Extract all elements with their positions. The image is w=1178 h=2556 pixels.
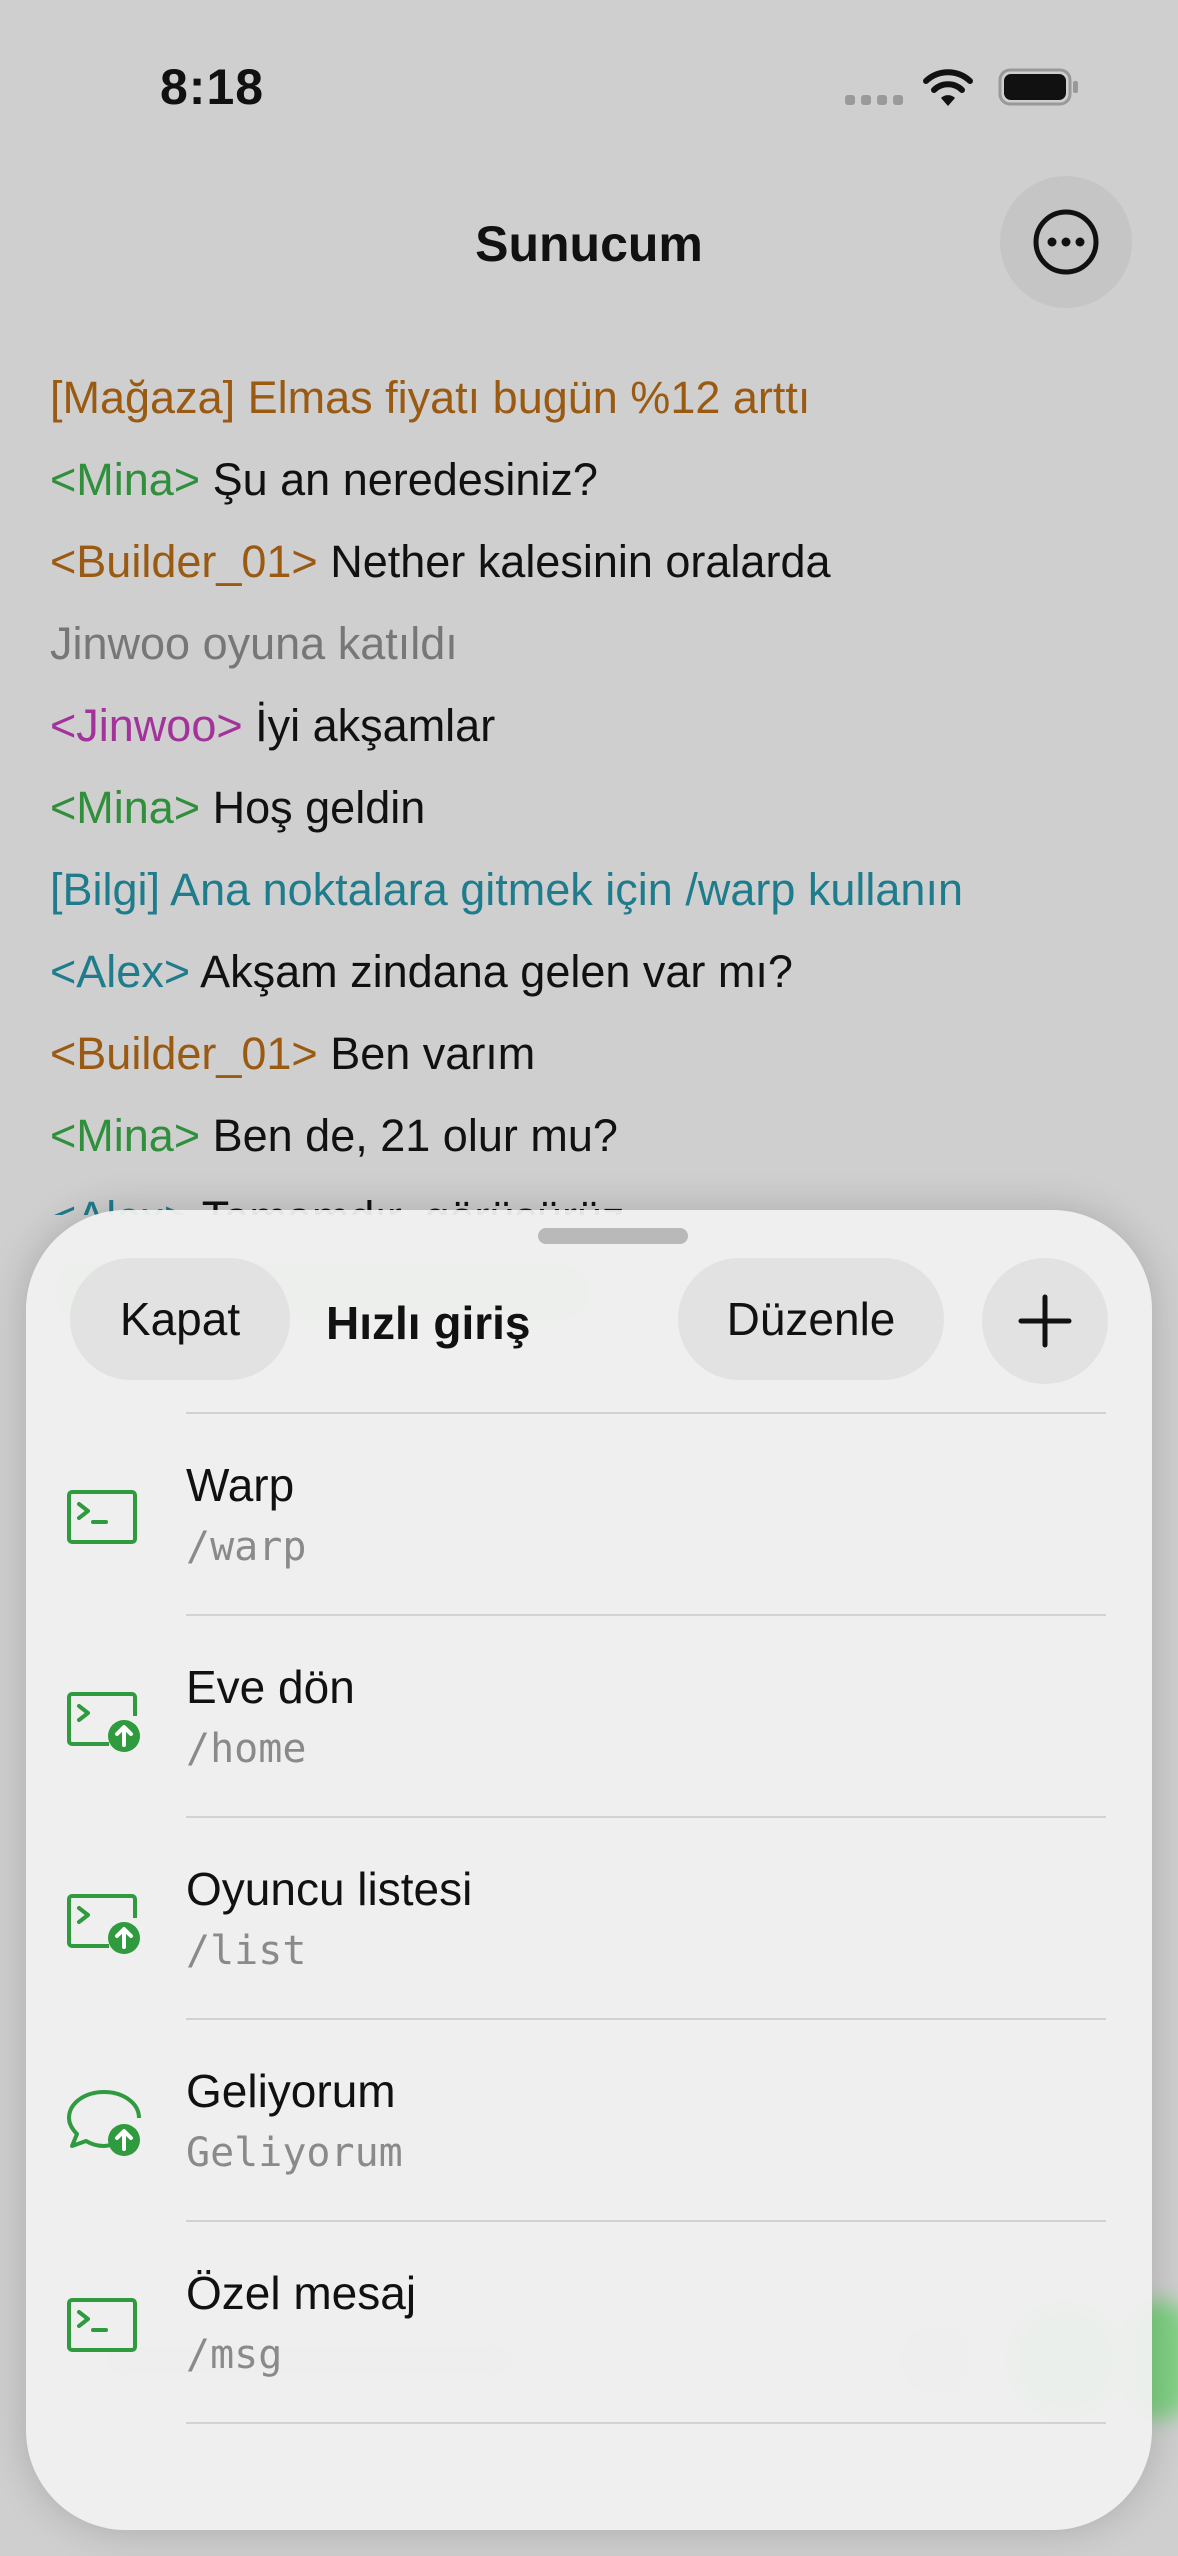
item-label: Geliyorum (186, 2065, 396, 2117)
cellular-signal-icon (845, 95, 905, 107)
edit-button[interactable]: Düzenle (678, 1258, 944, 1380)
chat-message: <Builder_01> Ben varım (50, 1021, 1150, 1103)
divider (186, 2018, 1106, 2020)
chat-sender: [Mağaza] (50, 372, 248, 423)
close-button[interactable]: Kapat (70, 1258, 290, 1380)
chat-sender: [Bilgi] (50, 864, 171, 915)
status-bar: 8:18 (0, 0, 1178, 170)
chat-sender: <Builder_01> (50, 1028, 331, 1079)
item-command: /home (186, 1726, 307, 1772)
chat-sender: <Mina> (50, 1110, 213, 1161)
divider (186, 1816, 1106, 1818)
divider (186, 2220, 1106, 2222)
divider (186, 2422, 1106, 2424)
chat-message: Jinwoo oyuna katıldı (50, 611, 1150, 693)
terminal-icon (67, 1490, 137, 1544)
item-label: Warp (186, 1459, 295, 1511)
quick-entry-list: Warp /warp Eve dön /home Oyuncu listesi (26, 1412, 1152, 2424)
item-label: Oyuncu listesi (186, 1863, 473, 1915)
divider (186, 1614, 1106, 1616)
chat-text: Nether kalesinin oralarda (330, 536, 831, 587)
chat-text: Ben varım (330, 1028, 536, 1079)
list-item[interactable]: Geliyorum Geliyorum (26, 2018, 1152, 2220)
chat-message: <Mina> Ben de, 21 olur mu? (50, 1103, 1150, 1185)
chat-sender: <Mina> (50, 454, 213, 505)
item-command: /msg (186, 2332, 283, 2378)
chat-send-icon (67, 2090, 141, 2156)
chat-log: [Mağaza] Elmas fiyatı bugün %12 arttı <Mi… (50, 365, 1150, 1215)
item-command: Geliyorum (186, 2130, 403, 2176)
chat-message: <Mina> Hoş geldin (50, 775, 1150, 857)
sheet-title: Hızlı giriş (326, 1297, 531, 1349)
chat-message: <Mina> Şu an neredesiniz? (50, 447, 1150, 529)
add-button[interactable] (982, 1258, 1108, 1384)
item-label: Eve dön (186, 1661, 355, 1713)
plus-icon (1018, 1294, 1072, 1348)
chat-message: [Mağaza] Elmas fiyatı bugün %12 arttı (50, 365, 1150, 447)
chat-sender: <Jinwoo> (50, 700, 256, 751)
list-item[interactable]: Warp /warp (26, 1412, 1152, 1614)
chat-sender: <Mina> (50, 782, 213, 833)
chat-text: Akşam zindana gelen var mı? (200, 946, 793, 997)
status-time: 8:18 (160, 59, 265, 115)
sheet-grabber[interactable] (538, 1228, 688, 1244)
ellipsis-circle-icon (1033, 209, 1099, 275)
terminal-icon (67, 2298, 137, 2352)
chat-text: Elmas fiyatı bugün %12 arttı (247, 372, 811, 423)
item-command: /list (186, 1928, 307, 1974)
chat-text: Hoş geldin (212, 782, 426, 833)
quick-entry-sheet: Kapat Hızlı giriş Düzenle Warp /warp Eve… (26, 1210, 1152, 2530)
chat-text: Jinwoo oyuna katıldı (50, 618, 458, 669)
item-label: Özel mesaj (186, 2267, 417, 2319)
chat-text: Ana noktalara gitmek için /warp kullanın (170, 864, 963, 915)
chat-message: <Builder_01> Nether kalesinin oralarda (50, 529, 1150, 611)
chat-text: Ben de, 21 olur mu? (212, 1110, 618, 1161)
chat-text: İyi akşamlar (255, 700, 496, 751)
terminal-send-icon (67, 1692, 140, 1752)
list-item[interactable]: Eve dön /home (26, 1614, 1152, 1816)
terminal-send-icon (67, 1894, 140, 1954)
list-item[interactable]: Özel mesaj /msg (26, 2220, 1152, 2422)
chat-message: <Jinwoo> İyi akşamlar (50, 693, 1150, 775)
chat-sender: <Builder_01> (50, 536, 331, 587)
wifi-icon (923, 69, 973, 106)
chat-message: <Alex> Akşam zindana gelen var mı? (50, 939, 1150, 1021)
more-options-button[interactable] (1000, 176, 1132, 308)
chat-message: [Bilgi] Ana noktalara gitmek için /warp … (50, 857, 1150, 939)
list-item[interactable]: Oyuncu listesi /list (26, 1816, 1152, 2018)
chat-text: Şu an neredesiniz? (212, 454, 598, 505)
chat-sender: <Alex> (50, 946, 201, 997)
battery-icon (998, 68, 1078, 106)
item-command: /warp (186, 1524, 307, 1570)
divider (186, 1412, 1106, 1414)
